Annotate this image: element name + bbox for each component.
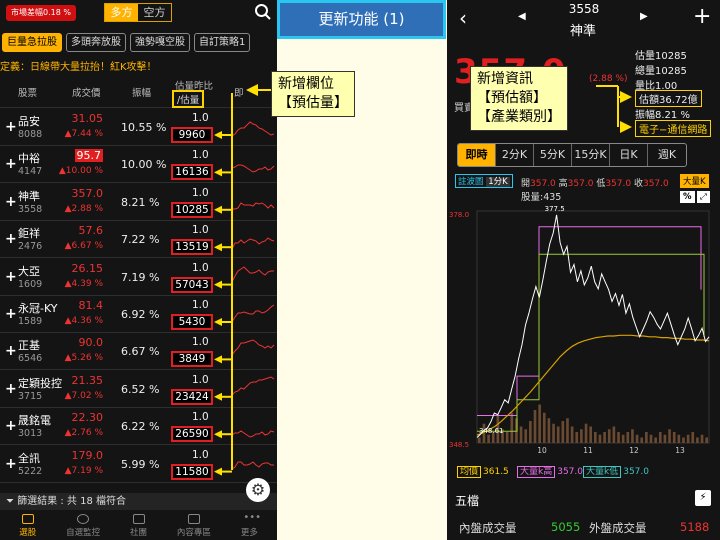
- callout-new-info-amount: 【預估額】: [477, 90, 547, 106]
- arrow-to-industry: [620, 121, 632, 133]
- row-arrow-head: [214, 280, 222, 289]
- row-arrow-head: [214, 131, 222, 139]
- row-arrow-head: [214, 243, 222, 252]
- callout-new-column-title: 新增欄位: [278, 76, 334, 92]
- row-arrow-head: [214, 355, 222, 364]
- callout-new-info: 新增資訊 【預估額】 【產業類別】: [470, 66, 568, 131]
- callout-new-column: 新增欄位 【預估量】: [271, 71, 355, 117]
- row-arrow-head: [214, 430, 222, 439]
- row-arrow-head: [214, 168, 222, 177]
- callout-new-info-industry: 【產業類別】: [477, 109, 561, 125]
- callout-new-column-field: 【預估量】: [278, 95, 348, 111]
- slide: 市場差幅0.18 % 多方 空方 巨量急拉股 多頭奔放股 強勢嘎空股 自訂策略1…: [0, 0, 720, 540]
- row-arrow-head: [214, 467, 222, 476]
- annotation-arrows: [214, 84, 632, 476]
- row-arrow-head: [214, 392, 222, 401]
- callout-new-info-title: 新增資訊: [477, 71, 533, 87]
- arrow-head: [246, 84, 258, 96]
- row-arrow-head: [214, 318, 222, 326]
- row-arrow-head: [214, 205, 222, 214]
